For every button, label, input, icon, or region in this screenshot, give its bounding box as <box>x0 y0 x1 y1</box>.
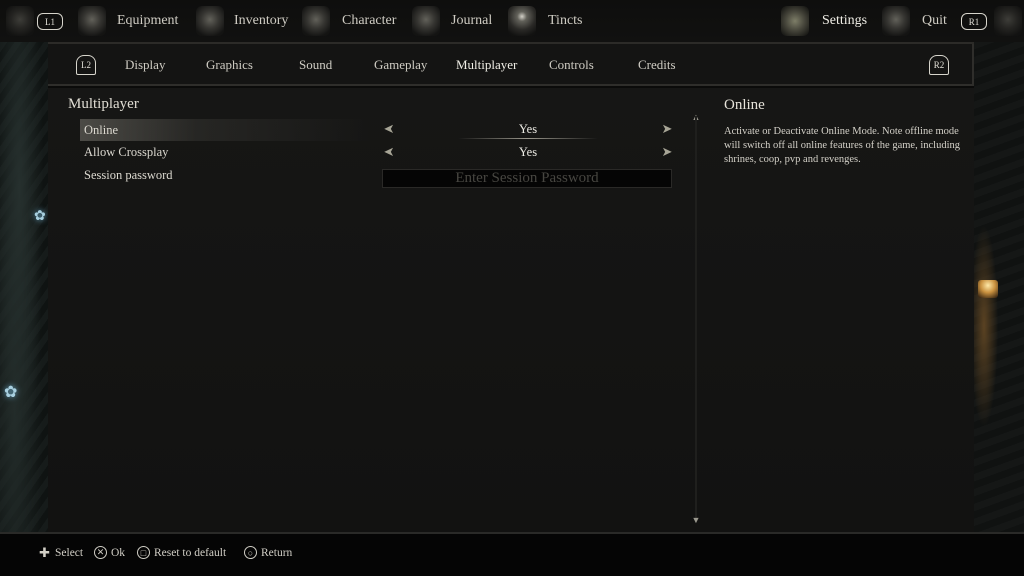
tab-multiplayer[interactable]: Multiplayer <box>456 44 517 86</box>
tab-graphics[interactable]: Graphics <box>206 44 253 86</box>
hint-label: Return <box>261 546 293 559</box>
setting-label-online[interactable]: Online <box>84 120 118 140</box>
arrow-left-icon[interactable]: ➤ <box>380 144 398 160</box>
tab-sound[interactable]: Sound <box>299 44 332 86</box>
hint-label: Ok <box>111 546 126 559</box>
character-icon <box>302 6 330 36</box>
info-description: Activate or Deactivate Online Mode. Note… <box>724 126 960 165</box>
setting-label-allow-crossplay[interactable]: Allow Crossplay <box>84 142 168 162</box>
tincts-icon <box>508 6 536 36</box>
left-background-vines: ✿ ✿ <box>0 42 48 532</box>
next-category-emblem-icon <box>994 6 1022 36</box>
settings-icon <box>781 6 809 36</box>
nav-item-quit[interactable]: Quit <box>922 0 947 42</box>
nav-item-journal[interactable]: Journal <box>451 0 492 42</box>
tab-display[interactable]: Display <box>125 44 165 86</box>
info-title: Online <box>724 97 765 113</box>
tab-credits[interactable]: Credits <box>638 44 676 86</box>
l2-button-icon[interactable]: L2 <box>76 55 96 75</box>
hint-select[interactable]: ✚ Select <box>38 544 84 560</box>
settings-panel: Multiplayer Online ➤ Yes ➤ Allow Crosspl… <box>48 88 974 532</box>
tab-gameplay[interactable]: Gameplay <box>374 44 427 86</box>
settings-tabs: L2 Display Graphics Sound Gameplay Multi… <box>48 44 974 86</box>
setting-value-allow-crossplay[interactable]: Yes <box>428 145 628 160</box>
quit-door-icon <box>882 6 910 36</box>
scroll-down-icon[interactable]: ▼ <box>690 515 702 525</box>
blue-flower-icon: ✿ <box>34 209 46 224</box>
setting-value-online[interactable]: Yes <box>428 122 628 137</box>
blue-flower-icon: ✿ <box>4 384 18 401</box>
dpad-icon: ✚ <box>39 544 50 560</box>
value-underline-divider <box>458 138 598 139</box>
hint-return[interactable]: ○ Return <box>244 546 292 559</box>
arrow-right-icon[interactable]: ➤ <box>658 144 676 160</box>
r1-button-icon[interactable]: R1 <box>961 13 987 30</box>
setting-label-session-password: Session password <box>84 168 173 182</box>
nav-item-equipment[interactable]: Equipment <box>117 0 178 42</box>
arrow-right-icon[interactable]: ➤ <box>658 121 676 137</box>
session-password-input[interactable] <box>382 169 672 188</box>
candles-icon <box>978 280 998 298</box>
nav-item-settings[interactable]: Settings <box>822 0 867 42</box>
circle-button-icon: ○ <box>244 546 257 559</box>
l1-button-icon[interactable]: L1 <box>37 13 63 30</box>
button-hints-bar: ✚ Select ✕ Ok □ Reset to default ○ Retur… <box>0 534 1024 576</box>
arrow-left-icon[interactable]: ➤ <box>380 121 398 137</box>
right-background-scene <box>974 42 1024 532</box>
nav-item-inventory[interactable]: Inventory <box>234 0 288 42</box>
hint-reset-default[interactable]: □ Reset to default <box>137 546 226 559</box>
r2-button-icon[interactable]: R2 <box>929 55 949 75</box>
nav-item-tincts[interactable]: Tincts <box>548 0 583 42</box>
hint-label: Select <box>55 546 84 559</box>
selected-row-highlight <box>80 119 370 141</box>
hint-label: Reset to default <box>154 546 227 559</box>
nav-item-character[interactable]: Character <box>342 0 396 42</box>
cross-button-icon: ✕ <box>94 546 107 559</box>
inventory-icon <box>196 6 224 36</box>
equipment-icon <box>78 6 106 36</box>
top-navigation: L1 Equipment Inventory Character Journal… <box>0 0 1024 44</box>
hint-ok[interactable]: ✕ Ok <box>94 546 125 559</box>
scrollbar[interactable] <box>695 116 697 520</box>
prev-category-emblem-icon <box>6 6 34 36</box>
journal-icon <box>412 6 440 36</box>
square-button-icon: □ <box>137 546 150 559</box>
tab-controls[interactable]: Controls <box>549 44 594 86</box>
section-title: Multiplayer <box>68 96 139 112</box>
